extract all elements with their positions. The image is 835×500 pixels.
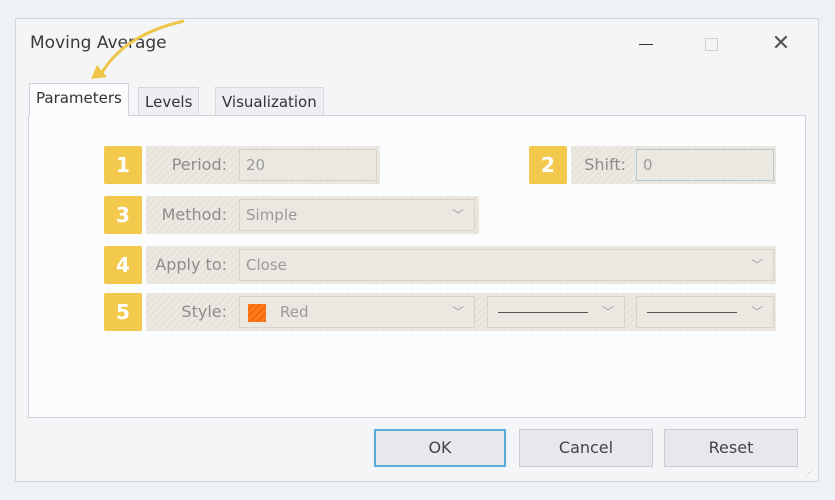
color-value: Red (280, 303, 309, 321)
shift-label: Shift: (584, 155, 626, 174)
minimize-icon (639, 43, 653, 45)
method-label: Method: (161, 205, 227, 224)
cancel-button[interactable]: Cancel (519, 429, 653, 467)
shift-input[interactable]: 0 (636, 149, 774, 181)
line-style-select[interactable]: ﹀ (487, 296, 625, 328)
tab-parameters[interactable]: Parameters (29, 83, 129, 116)
ok-button[interactable]: OK (374, 429, 506, 467)
badge-1: 1 (104, 146, 142, 184)
tab-levels[interactable]: Levels (138, 87, 200, 115)
apply-to-value: Close (246, 256, 287, 274)
style-label: Style: (181, 302, 227, 321)
apply-to-label: Apply to: (155, 255, 227, 274)
method-select[interactable]: Simple ﹀ (239, 199, 475, 231)
line-width-sample (647, 312, 737, 313)
annotation-arrow-icon (91, 19, 185, 79)
line-style-sample (498, 312, 588, 313)
apply-to-select[interactable]: Close ﹀ (239, 249, 774, 281)
badge-2: 2 (529, 146, 567, 184)
period-input[interactable]: 20 (239, 149, 377, 181)
badge-5: 5 (104, 293, 142, 331)
reset-button[interactable]: Reset (664, 429, 798, 467)
chevron-down-icon: ﹀ (750, 305, 763, 319)
minimize-button[interactable] (626, 29, 666, 59)
moving-average-dialog: Moving Average ✕ Parameters Levels Visua… (15, 18, 819, 482)
color-select[interactable]: Red ﹀ (239, 296, 475, 328)
close-button[interactable]: ✕ (761, 29, 801, 59)
badge-3: 3 (104, 196, 142, 234)
close-icon: ✕ (771, 31, 791, 56)
color-swatch (248, 303, 266, 322)
maximize-icon (704, 37, 718, 51)
resize-grip-icon[interactable]: ⋰ (805, 468, 814, 477)
period-label: Period: (171, 155, 227, 174)
chevron-down-icon: ﹀ (451, 305, 464, 319)
maximize-button[interactable] (691, 29, 731, 59)
chevron-down-icon: ﹀ (750, 258, 763, 272)
parameters-panel: 1 Period: 20 2 Shift: 0 3 Method: Simple… (28, 115, 806, 418)
tab-visualization[interactable]: Visualization (215, 87, 324, 115)
chevron-down-icon: ﹀ (601, 305, 614, 319)
line-width-select[interactable]: ﹀ (636, 296, 774, 328)
badge-4: 4 (104, 246, 142, 284)
chevron-down-icon: ﹀ (451, 208, 464, 222)
method-value: Simple (246, 206, 298, 224)
